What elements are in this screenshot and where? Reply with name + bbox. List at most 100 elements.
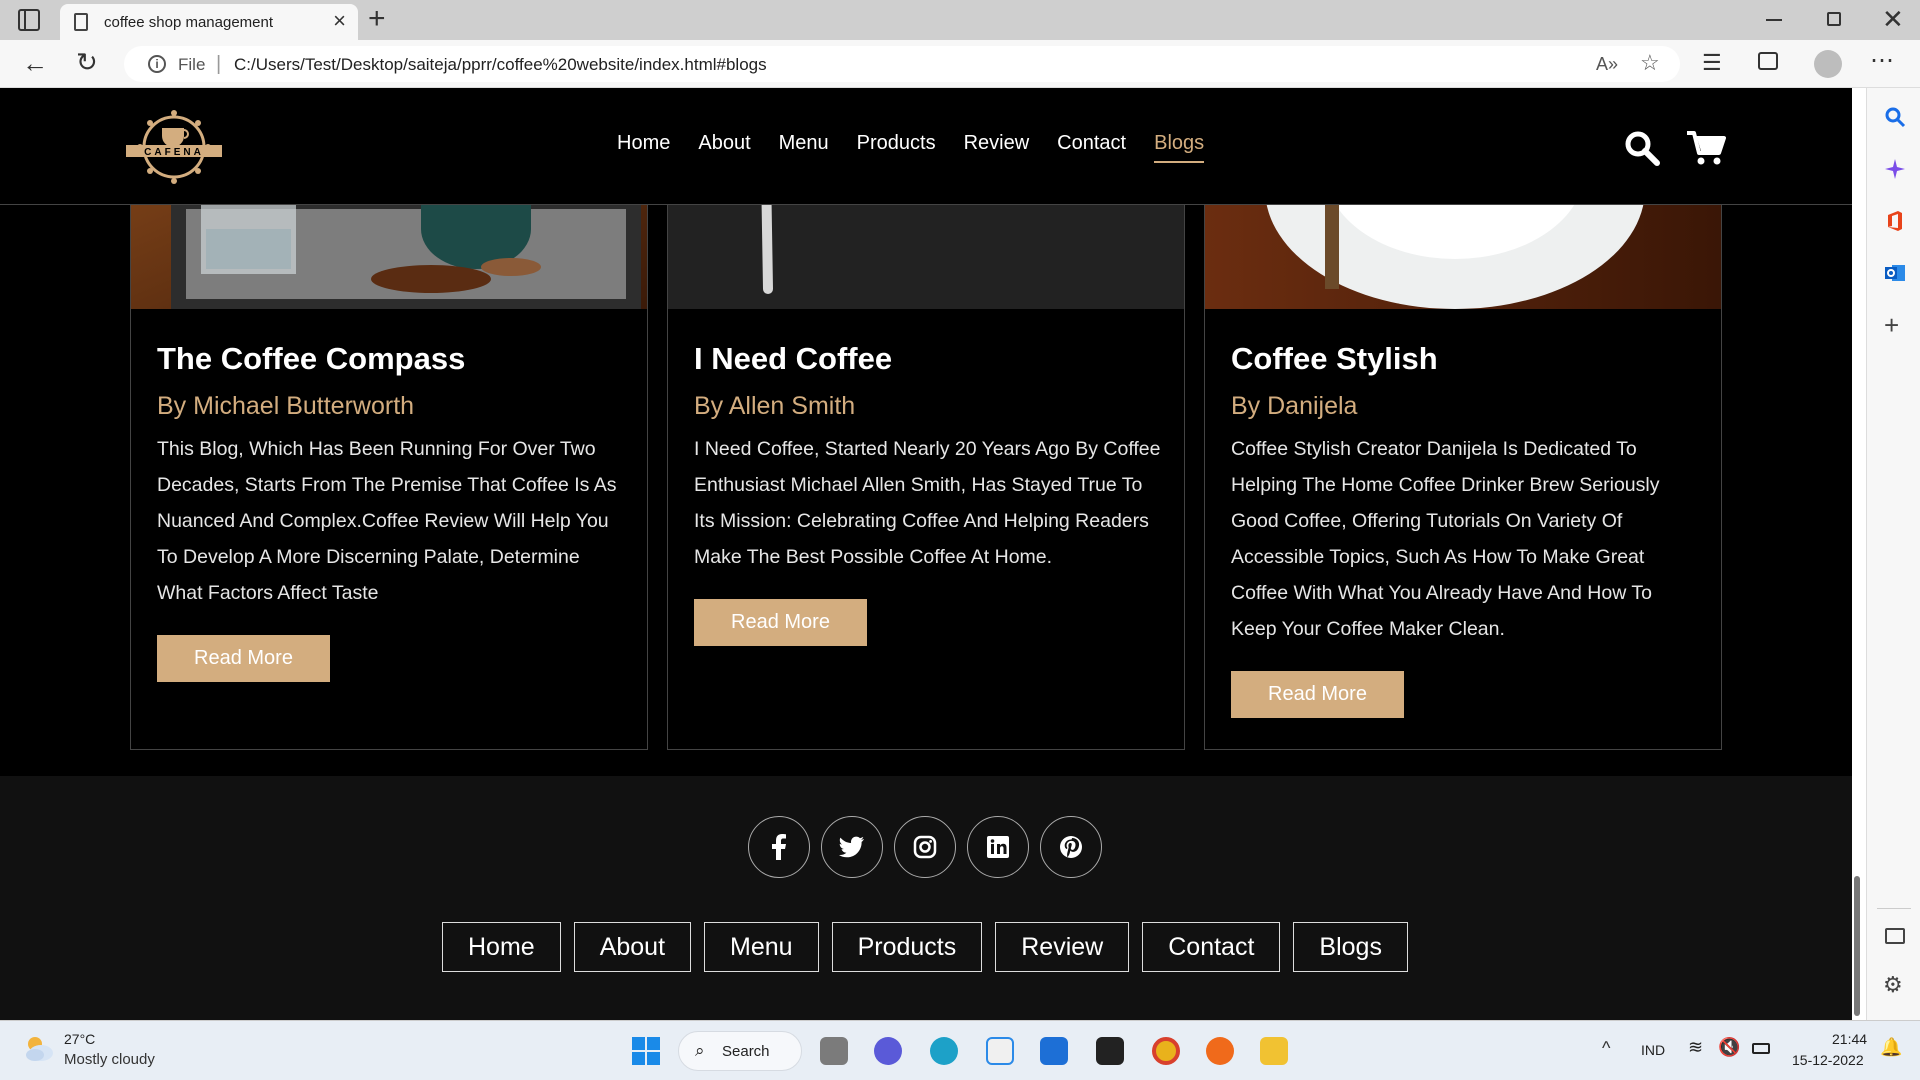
tab-actions-icon[interactable] (18, 9, 40, 31)
nav-products[interactable]: Products (857, 132, 936, 163)
url-text[interactable]: C:/Users/Test/Desktop/saiteja/pprr/coffe… (234, 55, 767, 75)
footer-link-blogs[interactable]: Blogs (1293, 922, 1408, 972)
browser-tab-bar: coffee shop management × + ✕ (0, 0, 1920, 40)
file-explorer-icon[interactable] (1260, 1037, 1288, 1065)
nav-menu[interactable]: Menu (779, 132, 829, 163)
clock-time[interactable]: 21:44 (1832, 1031, 1867, 1047)
url-separator: | (216, 53, 222, 75)
scrollbar-thumb[interactable] (1854, 876, 1860, 1016)
linkedin-icon[interactable] (967, 816, 1029, 878)
main-nav: Home About Menu Products Review Contact … (617, 132, 1205, 163)
windows-taskbar: 27°C Mostly cloudy ⌕ Search ^ IND ≋ 🔇 21… (0, 1020, 1920, 1080)
collections-icon[interactable] (1758, 52, 1778, 70)
windows-start-icon[interactable] (632, 1037, 660, 1065)
favorites-icon[interactable]: ☰ (1702, 50, 1722, 76)
url-scheme-label: File (178, 55, 206, 74)
blog-author: By Allen Smith (694, 392, 856, 420)
blog-excerpt: I Need Coffee, Started Nearly 20 Years A… (694, 438, 1161, 568)
battery-icon[interactable] (1752, 1043, 1770, 1054)
microsoft-store-icon[interactable] (986, 1037, 1014, 1065)
blog-title: The Coffee Compass (157, 341, 466, 376)
sidebar-office-icon[interactable] (1884, 210, 1906, 232)
social-links (748, 816, 1102, 878)
read-more-button[interactable]: Read More (1231, 671, 1404, 718)
info-icon[interactable]: i (148, 55, 166, 73)
footer-link-home[interactable]: Home (442, 922, 561, 972)
instagram-icon[interactable] (894, 816, 956, 878)
site-footer: Home About Menu Products Review Contact … (0, 776, 1852, 1020)
edge-browser-icon[interactable] (930, 1037, 958, 1065)
weather-cloud-icon[interactable] (22, 1031, 56, 1065)
taskbar-search[interactable]: ⌕ Search (678, 1031, 802, 1071)
read-aloud-icon[interactable]: A» (1596, 54, 1618, 75)
web-page: CAFENA Home About Menu Products Review C… (0, 88, 1852, 1020)
sidebar-add-icon[interactable]: + (1884, 310, 1899, 341)
facebook-icon[interactable] (748, 816, 810, 878)
minimize-icon[interactable] (1766, 19, 1782, 21)
nav-review[interactable]: Review (964, 132, 1030, 163)
show-hidden-icons-chevron-icon[interactable]: ^ (1602, 1038, 1610, 1059)
sidebar-search-icon[interactable] (1884, 106, 1906, 128)
logo-text: CAFENA (144, 147, 204, 158)
pinterest-icon[interactable] (1040, 816, 1102, 878)
profile-avatar[interactable] (1814, 50, 1842, 78)
shopping-cart-icon[interactable] (1686, 130, 1726, 166)
address-bar-row: ← ↻ i File | C:/Users/Test/Desktop/saite… (0, 40, 1920, 88)
footer-link-review[interactable]: Review (995, 922, 1130, 972)
new-tab-icon[interactable]: + (368, 2, 386, 36)
search-icon[interactable] (1624, 130, 1660, 166)
footer-link-products[interactable]: Products (831, 922, 983, 972)
nav-about[interactable]: About (698, 132, 750, 163)
footer-links: Home About Menu Products Review Contact … (442, 922, 1408, 972)
teams-chat-icon[interactable] (874, 1037, 902, 1065)
read-more-button[interactable]: Read More (157, 635, 330, 682)
split-screen-icon[interactable] (1885, 928, 1905, 944)
blog-title: Coffee Stylish (1231, 341, 1438, 376)
refresh-icon[interactable]: ↻ (76, 47, 98, 78)
site-header: CAFENA Home About Menu Products Review C… (0, 88, 1852, 205)
sidebar-divider (1877, 908, 1911, 909)
clock-date[interactable]: 15-12-2022 (1792, 1052, 1864, 1068)
notifications-bell-icon[interactable]: 🔔 (1880, 1037, 1902, 1058)
blog-author: By Michael Butterworth (157, 392, 415, 420)
blog-excerpt: Coffee Stylish Creator Danijela Is Dedic… (1231, 438, 1660, 640)
more-options-icon[interactable]: ⋯ (1870, 46, 1894, 75)
nav-contact[interactable]: Contact (1057, 132, 1126, 163)
maximize-icon[interactable] (1827, 12, 1841, 26)
nav-home[interactable]: Home (617, 132, 670, 163)
url-field[interactable]: i File | C:/Users/Test/Desktop/saiteja/p… (124, 46, 1680, 82)
weather-description: Mostly cloudy (64, 1051, 155, 1068)
footer-link-menu[interactable]: Menu (704, 922, 819, 972)
task-view-icon[interactable] (820, 1037, 848, 1065)
back-arrow-icon[interactable]: ← (22, 48, 48, 79)
predator-sense-icon[interactable] (1096, 1037, 1124, 1065)
search-icon: ⌕ (695, 1041, 705, 1060)
read-more-button[interactable]: Read More (694, 599, 867, 646)
close-tab-icon[interactable]: × (333, 10, 346, 32)
firefox-icon[interactable] (1206, 1037, 1234, 1065)
add-favorite-icon[interactable]: ☆ (1640, 50, 1660, 76)
sidebar-outlook-icon[interactable] (1884, 262, 1906, 284)
page-icon (74, 13, 88, 31)
browser-sidebar: + ⚙ (1866, 88, 1920, 1020)
taskbar-search-label: Search (722, 1043, 770, 1060)
blog-excerpt: This Blog, Which Has Been Running For Ov… (157, 438, 617, 604)
weather-temperature: 27°C (64, 1031, 96, 1047)
settings-gear-icon[interactable]: ⚙ (1883, 972, 1903, 998)
window-close-icon[interactable]: ✕ (1882, 4, 1904, 35)
cafena-logo[interactable]: CAFENA (126, 106, 222, 188)
mail-icon[interactable] (1040, 1037, 1068, 1065)
wifi-icon[interactable]: ≋ (1688, 1037, 1703, 1058)
browser-tab[interactable]: coffee shop management × (60, 4, 358, 40)
twitter-icon[interactable] (821, 816, 883, 878)
tab-title: coffee shop management (104, 14, 274, 31)
footer-link-about[interactable]: About (573, 922, 692, 972)
chrome-icon[interactable] (1152, 1037, 1180, 1065)
sidebar-copilot-icon[interactable] (1884, 158, 1906, 180)
blog-title: I Need Coffee (694, 341, 893, 376)
input-language[interactable]: IND (1641, 1042, 1665, 1058)
volume-muted-icon[interactable]: 🔇 (1718, 1037, 1740, 1058)
footer-link-contact[interactable]: Contact (1142, 922, 1281, 972)
nav-blogs[interactable]: Blogs (1154, 132, 1205, 163)
blog-author: By Danijela (1231, 392, 1358, 420)
